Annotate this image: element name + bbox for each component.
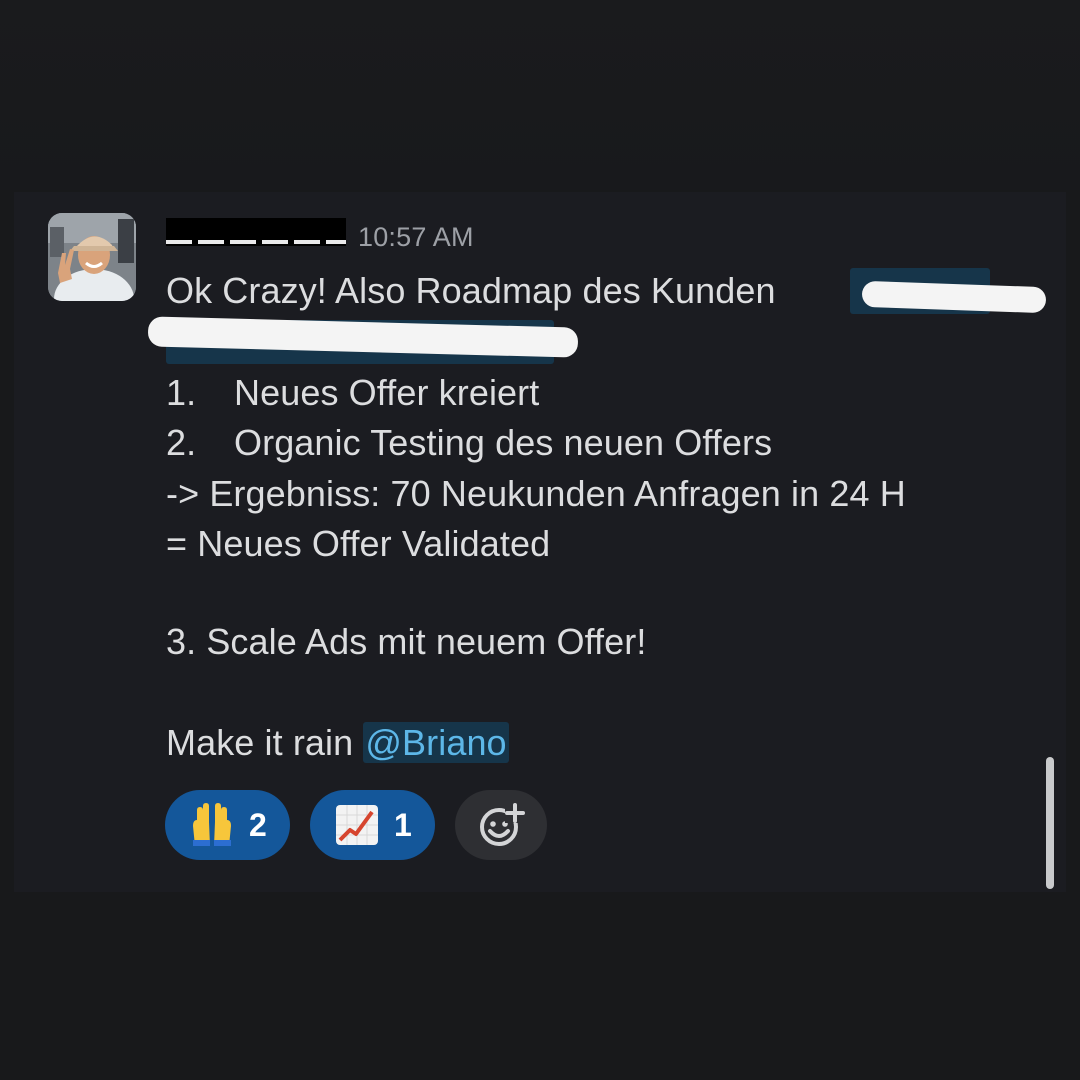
list-text: Neues Offer kreiert xyxy=(234,372,540,413)
add-reaction-icon xyxy=(480,803,525,846)
list-text: Organic Testing des neuen Offers xyxy=(234,422,773,463)
reaction-count: 2 xyxy=(249,806,267,843)
validated-line: = Neues Offer Validated xyxy=(166,523,551,564)
reaction-raising-hands[interactable]: 2 xyxy=(165,790,290,860)
add-reaction-button[interactable] xyxy=(455,790,547,860)
list-item: 2. Organic Testing des neuen Offers xyxy=(166,422,772,464)
raising-hands-icon xyxy=(193,803,231,846)
reaction-count: 1 xyxy=(394,806,412,843)
reaction-chart-increasing[interactable]: 1 xyxy=(310,790,435,860)
message-line-1: Ok Crazy! Also Roadmap des Kunden xyxy=(166,270,776,312)
list-number: 1. xyxy=(166,372,197,413)
list-number: 2. xyxy=(166,422,197,463)
username-redacted xyxy=(166,218,346,246)
user-mention[interactable]: @Briano xyxy=(363,722,509,763)
result-line: -> Ergebniss: 70 Neukunden Anfragen in 2… xyxy=(166,473,906,514)
closing-line: Make it rain @Briano xyxy=(166,722,509,764)
list-item: 1. Neues Offer kreiert xyxy=(166,372,539,414)
scrollbar[interactable] xyxy=(1046,757,1054,889)
avatar-photo xyxy=(48,213,136,301)
step3-line: 3. Scale Ads mit neuem Offer! xyxy=(166,621,647,662)
message-timestamp[interactable]: 10:57 AM xyxy=(358,222,474,253)
avatar[interactable] xyxy=(48,213,136,301)
top-background xyxy=(0,0,1080,190)
closing-text: Make it rain xyxy=(166,722,354,763)
chart-increasing-icon xyxy=(336,805,378,845)
message-text: Ok Crazy! Also Roadmap des Kunden xyxy=(166,270,776,311)
